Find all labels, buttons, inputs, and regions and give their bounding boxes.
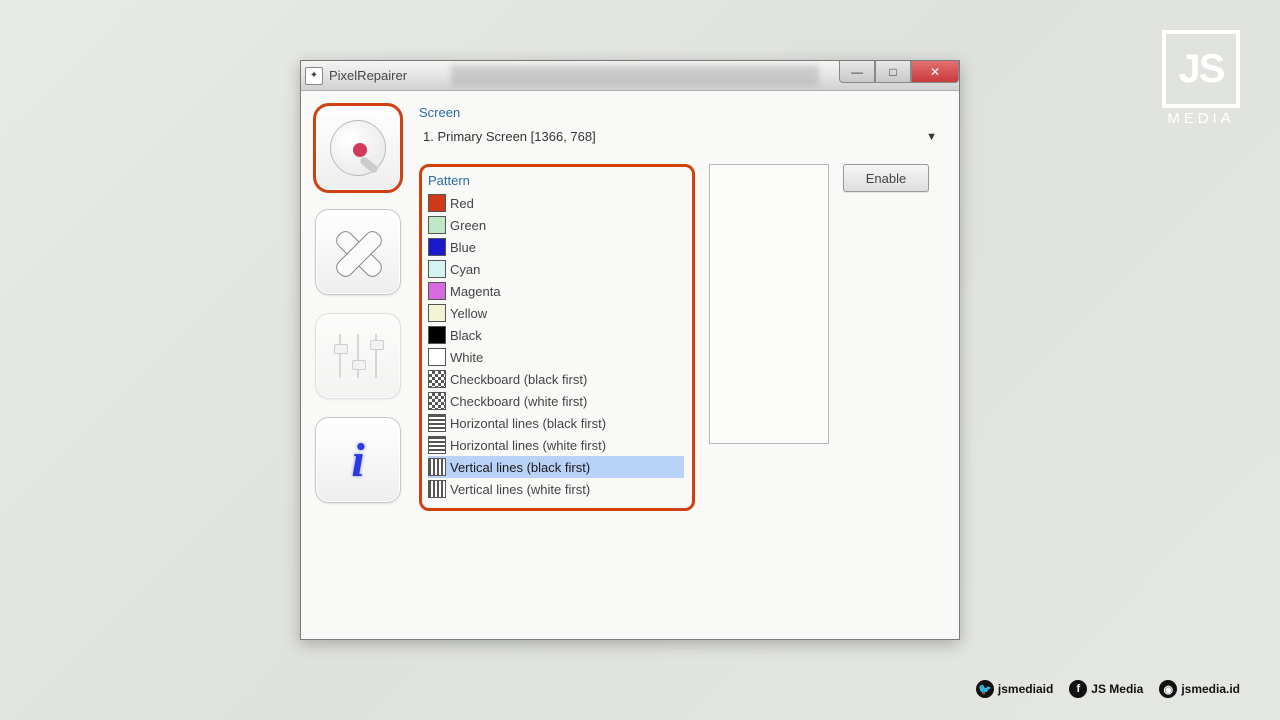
pattern-item-label: Horizontal lines (black first) bbox=[450, 416, 606, 431]
screen-label: Screen bbox=[419, 105, 945, 120]
app-icon bbox=[305, 67, 323, 85]
sidebar-item-info[interactable]: i bbox=[315, 417, 401, 503]
pattern-item-label: Magenta bbox=[450, 284, 501, 299]
pattern-group: Pattern Red Green Blue Cyan Magenta Yellow Bla… bbox=[419, 164, 695, 511]
pattern-item-label: Cyan bbox=[450, 262, 480, 277]
pattern-item[interactable]: Yellow bbox=[428, 302, 684, 324]
maximize-button[interactable]: □ bbox=[875, 61, 911, 83]
pattern-item-label: Green bbox=[450, 218, 486, 233]
enable-button[interactable]: Enable bbox=[843, 164, 929, 192]
facebook-icon: f bbox=[1069, 680, 1087, 698]
pattern-swatch bbox=[428, 238, 446, 256]
screen-selected: 1. Primary Screen [1366, 768] bbox=[423, 129, 596, 144]
pattern-item[interactable]: Vertical lines (white first) bbox=[428, 478, 684, 500]
pattern-item-label: Vertical lines (black first) bbox=[450, 460, 590, 475]
pattern-item[interactable]: Horizontal lines (white first) bbox=[428, 434, 684, 456]
pattern-swatch bbox=[428, 348, 446, 366]
minimize-button[interactable]: — bbox=[839, 61, 875, 83]
pattern-item-label: Red bbox=[450, 196, 474, 211]
brand-logo: JS MEDIA bbox=[1162, 30, 1240, 127]
preview-panel bbox=[709, 164, 829, 444]
facebook-handle: fJS Media bbox=[1069, 680, 1143, 698]
pattern-item-label: Blue bbox=[450, 240, 476, 255]
social-credits: 🐦jsmediaid fJS Media ◉jsmedia.id bbox=[976, 680, 1240, 698]
pattern-swatch bbox=[428, 370, 446, 388]
pattern-item[interactable]: Green bbox=[428, 214, 684, 236]
pattern-item[interactable]: Horizontal lines (black first) bbox=[428, 412, 684, 434]
close-button[interactable]: ✕ bbox=[911, 61, 959, 83]
pattern-item-label: Vertical lines (white first) bbox=[450, 482, 590, 497]
pattern-item-label: Yellow bbox=[450, 306, 487, 321]
twitter-handle: 🐦jsmediaid bbox=[976, 680, 1053, 698]
sidebar-item-repair[interactable] bbox=[315, 209, 401, 295]
pattern-swatch bbox=[428, 414, 446, 432]
pattern-item[interactable]: Red bbox=[428, 192, 684, 214]
pattern-swatch bbox=[428, 282, 446, 300]
app-title: PixelRepairer bbox=[329, 68, 407, 83]
pattern-item[interactable]: Blue bbox=[428, 236, 684, 258]
chevron-down-icon: ▼ bbox=[926, 131, 937, 143]
pattern-swatch bbox=[428, 304, 446, 322]
pattern-swatch bbox=[428, 480, 446, 498]
bandage-icon bbox=[331, 225, 385, 279]
pattern-swatch bbox=[428, 458, 446, 476]
pattern-item-label: Horizontal lines (white first) bbox=[450, 438, 606, 453]
pattern-swatch bbox=[428, 436, 446, 454]
sliders-icon bbox=[331, 329, 385, 383]
instagram-handle: ◉jsmedia.id bbox=[1159, 680, 1240, 698]
pattern-list[interactable]: Red Green Blue Cyan Magenta Yellow Black White C… bbox=[428, 192, 684, 500]
pattern-item-label: Checkboard (black first) bbox=[450, 372, 587, 387]
app-window: PixelRepairer — □ ✕ i bbox=[300, 60, 960, 640]
pattern-swatch bbox=[428, 216, 446, 234]
brand-logo-box: JS bbox=[1162, 30, 1240, 108]
pattern-label: Pattern bbox=[428, 173, 684, 188]
titlebar[interactable]: PixelRepairer — □ ✕ bbox=[301, 61, 959, 91]
twitter-icon: 🐦 bbox=[976, 680, 994, 698]
sidebar-item-settings[interactable] bbox=[315, 313, 401, 399]
titlebar-blur-region bbox=[451, 65, 819, 86]
brand-logo-sub: MEDIA bbox=[1162, 110, 1240, 127]
pattern-swatch bbox=[428, 260, 446, 278]
info-icon: i bbox=[351, 433, 364, 488]
pattern-item-label: Checkboard (white first) bbox=[450, 394, 587, 409]
pattern-item[interactable]: Magenta bbox=[428, 280, 684, 302]
pattern-swatch bbox=[428, 326, 446, 344]
sidebar-item-search[interactable] bbox=[315, 105, 401, 191]
pattern-item[interactable]: White bbox=[428, 346, 684, 368]
magnifier-icon bbox=[330, 120, 386, 176]
pattern-swatch bbox=[428, 194, 446, 212]
pattern-item[interactable]: Black bbox=[428, 324, 684, 346]
pattern-item[interactable]: Checkboard (black first) bbox=[428, 368, 684, 390]
screen-dropdown[interactable]: 1. Primary Screen [1366, 768] ▼ bbox=[419, 124, 945, 150]
sidebar: i bbox=[315, 105, 405, 511]
instagram-icon: ◉ bbox=[1159, 680, 1177, 698]
pattern-item-label: White bbox=[450, 350, 483, 365]
pattern-swatch bbox=[428, 392, 446, 410]
pattern-item-label: Black bbox=[450, 328, 482, 343]
pattern-item[interactable]: Vertical lines (black first) bbox=[428, 456, 684, 478]
pattern-item[interactable]: Checkboard (white first) bbox=[428, 390, 684, 412]
pattern-item[interactable]: Cyan bbox=[428, 258, 684, 280]
